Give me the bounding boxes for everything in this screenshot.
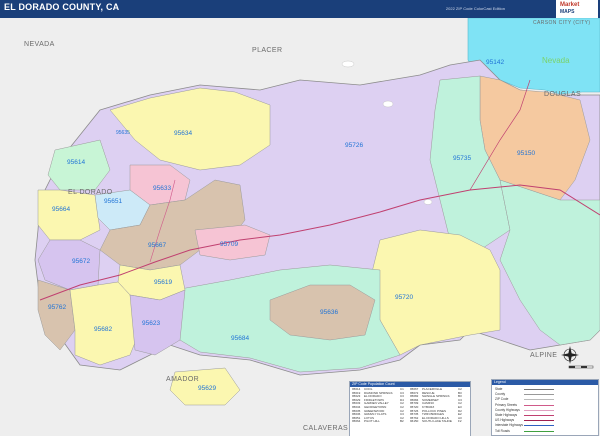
lake-east xyxy=(423,199,433,205)
region-label-eldorado: EL DORADO xyxy=(68,189,113,196)
legend-item-swatch xyxy=(524,430,554,432)
legend-item-label: Interstate Highways xyxy=(495,423,523,428)
legend-item-swatch xyxy=(524,404,554,406)
legend-item-label: Primary Streets xyxy=(495,402,517,407)
legend-item-label: US Highways xyxy=(495,418,515,423)
lake-mid xyxy=(382,100,394,108)
map-title: EL DORADO COUNTY, CA xyxy=(4,2,120,12)
legend-item-label: ZIP Code xyxy=(495,397,509,402)
zip-table-cell-name: SOUTH LAKE TAHOE xyxy=(422,420,452,424)
brand-line2: MAPS xyxy=(560,9,575,15)
legend-item-swatch xyxy=(524,394,554,396)
legend-item-label: County Highways xyxy=(495,407,520,412)
zip-area-95682[interactable] xyxy=(69,281,141,366)
zip-label-95667: 95667 xyxy=(148,242,167,249)
zip-area-95664[interactable] xyxy=(37,189,101,241)
zip-label-95672: 95672 xyxy=(72,258,91,265)
region-label-alpine: ALPINE xyxy=(530,352,558,359)
zip-label-95762: 95762 xyxy=(48,304,67,311)
zip-label-95720: 95720 xyxy=(395,294,414,301)
legend-item-label: State xyxy=(495,387,503,391)
zip-table-cell-cnt: F2 xyxy=(458,419,462,424)
zip-label-95635: 95635 xyxy=(116,130,130,136)
zip-label-95726: 95726 xyxy=(345,142,364,149)
legend-item-swatch xyxy=(524,420,554,422)
legend-item-swatch xyxy=(524,425,554,427)
legend-header: Legend xyxy=(492,380,598,385)
region-label-douglas: DOUGLAS xyxy=(544,91,582,98)
legend-item-label: County xyxy=(495,392,506,397)
zip-label-95142: 95142 xyxy=(486,59,505,66)
zip-label-95682: 95682 xyxy=(94,326,113,333)
zip-label-96150: 95150 xyxy=(517,150,536,157)
zip-table-cell-cnt: B2 xyxy=(400,419,404,424)
legend-item-label: Toll Roads xyxy=(495,428,510,433)
zip-label-95636: 95636 xyxy=(320,309,339,316)
legend-item-swatch xyxy=(524,389,554,390)
zip-label-95651: 95651 xyxy=(104,198,123,205)
region-label-calaveras: CALAVERAS xyxy=(303,425,349,432)
brand-line1: Market xyxy=(560,2,580,8)
legend-item-swatch xyxy=(524,399,554,401)
zip-label-95614: 95614 xyxy=(67,159,86,166)
zip-label-95634: 95634 xyxy=(174,130,193,137)
zip-label-95684: 95684 xyxy=(231,335,250,342)
brand-logo: Market MAPS xyxy=(556,0,598,18)
zip-table-row: 96150 SOUTH LAKE TAHOE F2 xyxy=(410,420,468,424)
zip-label-95623: 95623 xyxy=(142,320,161,327)
region-label-nevada: NEVADA xyxy=(24,41,55,48)
legend-item-label: State Highways xyxy=(495,413,518,417)
legend-item-swatch xyxy=(524,415,554,416)
zip-label-95735: 95735 xyxy=(453,155,472,162)
zip-code-table: ZIP Code Population Count 95614 COOL C1 956… xyxy=(349,381,471,436)
zip-table-cell-name: PILOT HILL xyxy=(364,420,380,424)
zip-table-cell-code: 96150 xyxy=(410,419,419,424)
county-map xyxy=(0,18,600,436)
scale-bar-icon xyxy=(568,365,594,369)
zip-label-95664: 95664 xyxy=(52,206,71,213)
zip-label-95709: 95709 xyxy=(220,241,239,248)
map-subtitle: 2022 ZIP Code ColorCast Edition xyxy=(445,6,505,11)
zip-table-column-left: 95614 COOL C1 95619 DIAMOND SPRINGS C3 95623 EL… xyxy=(352,387,410,424)
map-legend: Legend State County ZIP Code Primary Street… xyxy=(491,379,599,436)
zip-label-95633: 95633 xyxy=(153,185,172,192)
lake-north xyxy=(341,60,355,68)
title-bar: EL DORADO COUNTY, CA 2022 ZIP Code Color… xyxy=(0,0,600,18)
zip-table-row: 95664 PILOT HILL B2 xyxy=(352,420,410,424)
lake-state-label: Nevada xyxy=(542,56,570,65)
region-label-amador: AMADOR xyxy=(166,376,200,383)
map-frame: EL DORADO COUNTY, CA 2022 ZIP Code Color… xyxy=(0,0,600,436)
legend-item-swatch xyxy=(524,409,554,411)
zip-table-cell-code: 95664 xyxy=(352,419,361,424)
region-label-placer: PLACER xyxy=(252,47,283,54)
zip-label-95619: 95619 xyxy=(154,279,173,286)
zip-label-95629: 95629 xyxy=(198,385,217,392)
zip-table-column-right: 95667 PLACERVILLE C2 95672 RESCUE B3 95682 SHIN… xyxy=(410,387,468,424)
region-label-carson: CARSON CITY (CITY) xyxy=(533,20,591,26)
